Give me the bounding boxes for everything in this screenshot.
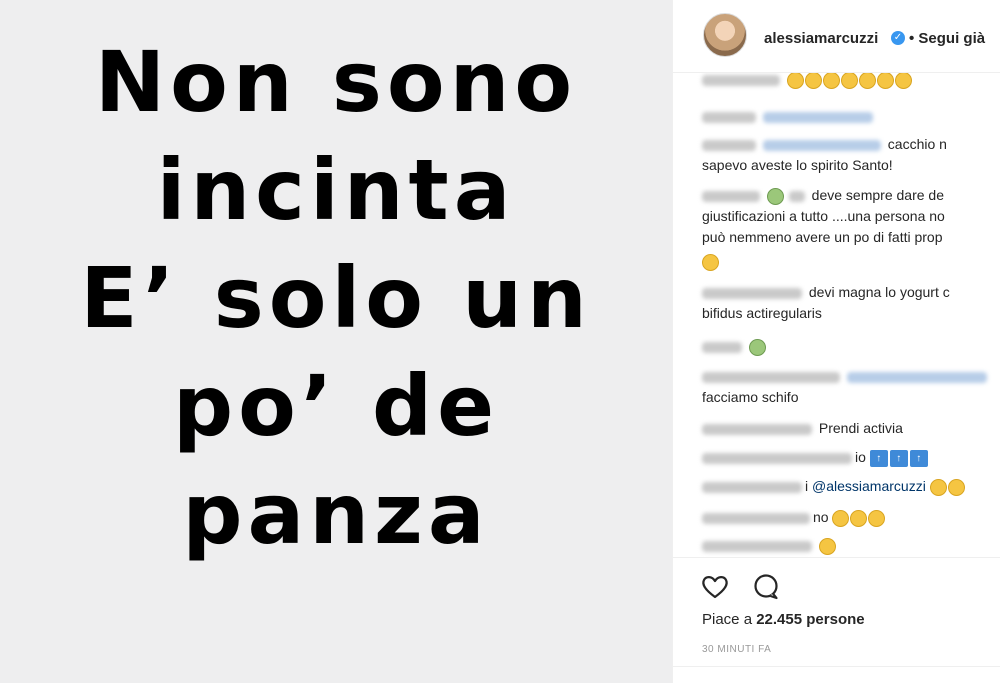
commenter-name[interactable] xyxy=(702,139,756,151)
comment-icon[interactable] xyxy=(751,572,781,602)
comment-text: no xyxy=(813,509,829,525)
emoji-icon xyxy=(868,509,886,527)
commenter-name[interactable] xyxy=(702,371,840,383)
post-image: Non sono incinta E’ solo un po’ de panza xyxy=(0,0,672,683)
comment-item: cacchio n xyxy=(702,134,1000,155)
comments-list[interactable]: cacchio n sapevo aveste lo spirito Santo… xyxy=(673,73,1000,557)
post-sidebar: alessiamarcuzzi ✓ • Segui già cacchio n … xyxy=(673,0,1000,683)
emoji-icon xyxy=(832,509,850,527)
post-timestamp[interactable]: 30 MINUTI FA xyxy=(702,644,771,655)
verified-badge-icon: ✓ xyxy=(891,31,905,45)
image-text-line-3: E’ solo un xyxy=(80,249,592,347)
likes-prefix: Piace a xyxy=(702,611,757,628)
image-text-line-2: incinta xyxy=(156,141,516,239)
emoji-icon xyxy=(818,537,836,555)
emoji-icon xyxy=(786,73,804,89)
comment-item: devi magna lo yogurt c xyxy=(702,282,1000,303)
likes-suffix: persone xyxy=(802,611,865,628)
emoji-icon xyxy=(702,253,719,271)
likes-number: 22.455 xyxy=(756,611,803,628)
top-emoji-icon: ↑ xyxy=(889,449,908,467)
comment-item: i @alessiamarcuzzi xyxy=(702,476,1000,497)
follow-button[interactable]: • Segui già xyxy=(909,30,985,47)
commenter-name[interactable] xyxy=(702,512,810,524)
emoji-icon xyxy=(748,338,766,356)
comment-text-line: giustificazioni a tutto ....una persona … xyxy=(702,208,945,224)
emoji-icon xyxy=(947,478,965,496)
comment-item: io ↑ ↑ ↑ xyxy=(702,447,1000,468)
likes-count[interactable]: Piace a 22.455 persone xyxy=(702,611,865,628)
emoji-icon xyxy=(858,73,876,89)
comment-item xyxy=(702,106,1000,127)
emoji-icon xyxy=(894,73,912,89)
commenter-name[interactable] xyxy=(702,452,852,464)
emoji-icon xyxy=(766,187,784,205)
commenter-name[interactable] xyxy=(702,74,780,86)
commenter-name[interactable] xyxy=(702,540,812,552)
emoji-icon xyxy=(876,73,894,89)
comment-item xyxy=(702,535,1000,556)
commenter-name[interactable] xyxy=(702,341,742,353)
comment-mention[interactable] xyxy=(762,139,881,151)
comment-item: Prendi activia xyxy=(702,418,1000,439)
comment-text-line: bifidus actiregularis xyxy=(702,305,822,321)
comment-text: deve sempre dare de xyxy=(811,187,944,203)
commenter-name-tail xyxy=(788,190,805,202)
bottom-divider xyxy=(673,666,1000,667)
comment-item: deve sempre dare de xyxy=(702,185,1000,206)
comment-text-line: facciamo schifo xyxy=(702,389,799,405)
comment-mention[interactable] xyxy=(846,371,987,383)
commenter-name[interactable] xyxy=(702,111,756,123)
emoji-icon xyxy=(822,73,840,89)
comment-item xyxy=(702,73,1000,90)
comment-text: cacchio n xyxy=(887,136,947,152)
commenter-name[interactable] xyxy=(702,423,812,435)
comment-text: i xyxy=(805,478,809,494)
comment-mention-link[interactable]: @alessiamarcuzzi xyxy=(812,478,926,494)
commenter-name[interactable] xyxy=(702,287,802,299)
comment-item xyxy=(702,366,1000,387)
emoji-icon xyxy=(840,73,858,89)
top-emoji-icon: ↑ xyxy=(869,449,888,467)
post-image-text: Non sono incinta E’ solo un po’ de panza xyxy=(80,28,592,568)
emoji-icon xyxy=(850,509,868,527)
username-link[interactable]: alessiamarcuzzi xyxy=(764,30,878,47)
post-header: alessiamarcuzzi ✓ • Segui già xyxy=(673,0,1000,73)
comment-text-line: può nemmeno avere un po di fatti prop xyxy=(702,229,943,245)
comment-item xyxy=(702,336,1000,357)
emoji-icon xyxy=(929,478,947,496)
comment-mention[interactable] xyxy=(762,111,873,123)
heart-icon[interactable] xyxy=(700,572,730,602)
post-actions xyxy=(673,557,1000,600)
avatar[interactable] xyxy=(703,13,747,57)
emoji-icon xyxy=(804,73,822,89)
image-text-line-5: panza xyxy=(182,465,490,563)
commenter-name[interactable] xyxy=(702,190,760,202)
image-text-line-1: Non sono xyxy=(94,33,578,131)
comment-item xyxy=(702,251,1000,272)
comment-text: devi magna lo yogurt c xyxy=(808,284,950,300)
image-text-line-4: po’ de xyxy=(172,357,500,455)
comment-text: Prendi activia xyxy=(818,420,903,436)
comment-text: io xyxy=(855,449,866,465)
commenter-name[interactable] xyxy=(702,481,802,493)
comment-text-line: sapevo aveste lo spirito Santo! xyxy=(702,157,893,173)
comment-item: no xyxy=(702,507,1000,528)
top-emoji-icon: ↑ xyxy=(909,449,928,467)
